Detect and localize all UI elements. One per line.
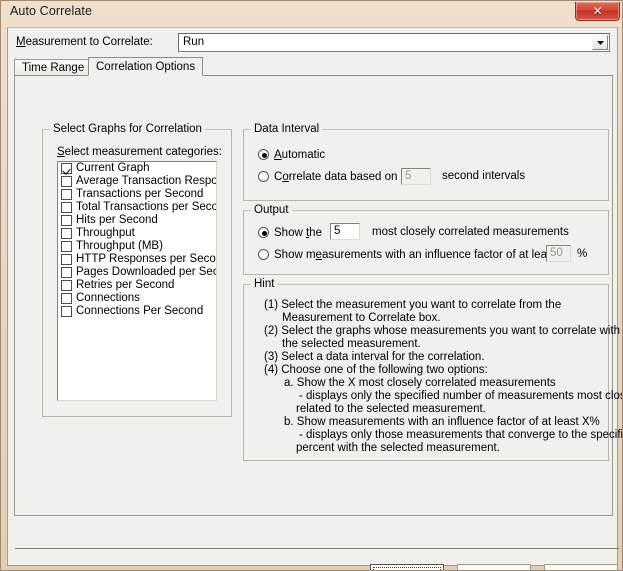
measurement-categories-listbox[interactable]: Current Graph Average Transaction Respon… (57, 161, 217, 401)
influence-percent-label: % (577, 248, 588, 260)
hint-groupbox: Hint (1) Select the measurement you want… (243, 278, 622, 461)
radio-icon[interactable] (258, 249, 269, 260)
list-item[interactable]: Average Transaction Response Time (58, 175, 216, 188)
show-the-suffix-label: most closely correlated measurements (372, 226, 569, 238)
influence-factor-label: Show measurements with an influence fact… (274, 248, 556, 261)
checkbox-icon[interactable] (61, 254, 72, 265)
close-button[interactable]: ✕ (575, 2, 620, 21)
show-the-label: Show the (274, 226, 322, 239)
radio-icon[interactable] (258, 149, 269, 160)
window-title: Auto Correlate (10, 4, 92, 18)
select-graphs-groupbox: Select Graphs for Correlation Select mea… (42, 123, 232, 417)
list-item-label: Connections Per Second (76, 305, 204, 317)
list-item[interactable]: Connections (58, 292, 216, 305)
list-item[interactable]: HTTP Responses per Second (58, 253, 216, 266)
chevron-down-icon[interactable] (592, 35, 608, 50)
list-item-label: Connections (76, 292, 140, 304)
correlation-options-panel: Select Graphs for Correlation Select mea… (14, 75, 622, 516)
list-item-label: Hits per Second (76, 214, 158, 226)
hint-line: - displays only the specified number of … (299, 390, 623, 402)
data-interval-groupbox: Data Interval Automatic Correlate data b… (243, 123, 609, 201)
close-icon: ✕ (592, 4, 603, 18)
list-item[interactable]: Connections Per Second (58, 305, 216, 318)
ok-button[interactable]: OK (370, 564, 444, 570)
list-item-label: Throughput (MB) (76, 240, 163, 252)
radio-show-the-count[interactable]: Show the (258, 225, 322, 240)
hint-line: (4) Choose one of the following two opti… (264, 364, 488, 376)
checkbox-icon[interactable] (61, 280, 72, 291)
hint-line: Measurement to Correlate box. (282, 312, 441, 324)
list-item-label: HTTP Responses per Second (76, 253, 216, 265)
select-measurement-categories-label: Select measurement categories: (57, 146, 222, 158)
checkbox-icon[interactable] (61, 228, 72, 239)
radio-influence-factor[interactable]: Show measurements with an influence fact… (258, 247, 556, 262)
tab-time-range[interactable]: Time Range (14, 59, 93, 76)
checkbox-icon[interactable] (61, 176, 72, 187)
list-item[interactable]: Throughput (MB) (58, 240, 216, 253)
list-item-label: Transactions per Second (76, 188, 204, 200)
help-button[interactable]: Help (544, 564, 618, 570)
interval-seconds-input[interactable]: 5 (401, 168, 431, 185)
list-item[interactable]: Retries per Second (58, 279, 216, 292)
select-graphs-group-title: Select Graphs for Correlation (50, 123, 205, 135)
radio-correlate-label: Correlate data based on (274, 170, 398, 183)
hint-line: b. Show measurements with an influence f… (284, 416, 600, 428)
radio-icon[interactable] (258, 227, 269, 238)
tab-correlation-options[interactable]: Correlation Options (88, 57, 204, 76)
radio-icon[interactable] (258, 171, 269, 182)
dialog-client-area: Measurement to Correlate: Run Time Range… (7, 27, 622, 570)
hint-line: a. Show the X most closely correlated me… (284, 377, 556, 389)
checkbox-icon[interactable] (61, 293, 72, 304)
data-interval-group-title: Data Interval (251, 123, 323, 135)
output-groupbox: Output Show the 5 most closely correlate… (243, 204, 609, 275)
title-bar[interactable]: Auto Correlate ✕ (1, 1, 622, 25)
list-item-label: Retries per Second (76, 279, 175, 291)
checkbox-icon[interactable] (61, 163, 72, 174)
hint-line: percent with the selected measurement. (296, 442, 500, 454)
hint-line: the selected measurement. (282, 338, 421, 350)
most-correlated-count-input[interactable]: 5 (330, 223, 360, 240)
checkbox-icon[interactable] (61, 215, 72, 226)
list-item-label: Current Graph (76, 162, 150, 174)
cancel-button[interactable]: Cancel (457, 564, 531, 570)
footer-divider (15, 548, 619, 549)
radio-automatic-label: Automatic (274, 148, 326, 161)
measurement-to-correlate-value: Run (183, 36, 205, 48)
checkbox-icon[interactable] (61, 306, 72, 317)
list-item-label: Pages Downloaded per Second (76, 266, 216, 278)
checkbox-icon[interactable] (61, 189, 72, 200)
tab-strip: Time Range Correlation Options (14, 57, 613, 76)
list-item[interactable]: Hits per Second (58, 214, 216, 227)
checkbox-icon[interactable] (61, 202, 72, 213)
output-group-title: Output (251, 204, 292, 216)
list-item-label: Total Transactions per Second (76, 201, 216, 213)
measurement-to-correlate-combobox[interactable]: Run (178, 33, 610, 52)
checkbox-icon[interactable] (61, 267, 72, 278)
hint-line: - displays only those measurements that … (299, 429, 623, 441)
list-item-label: Throughput (76, 227, 135, 239)
focus-ring (373, 567, 441, 570)
radio-correlate-data-based-on[interactable]: Correlate data based on (258, 169, 397, 184)
list-item[interactable]: Total Transactions per Second (58, 201, 216, 214)
hint-line: related to the selected measurement. (296, 403, 486, 415)
measurement-to-correlate-label: Measurement to Correlate: (16, 36, 153, 48)
list-item-label: Average Transaction Response Time (76, 175, 216, 187)
hint-line: (1) Select the measurement you want to c… (264, 299, 562, 311)
hint-group-title: Hint (251, 278, 278, 290)
hint-line: (3) Select a data interval for the corre… (264, 351, 485, 363)
influence-factor-input[interactable]: 50 (546, 245, 571, 262)
list-item[interactable]: Throughput (58, 227, 216, 240)
interval-suffix-label: second intervals (442, 170, 526, 182)
hint-line: (2) Select the graphs whose measurements… (264, 325, 621, 337)
list-item[interactable]: Transactions per Second (58, 188, 216, 201)
auto-correlate-dialog: Auto Correlate ✕ Measurement to Correlat… (0, 0, 623, 571)
checkbox-icon[interactable] (61, 241, 72, 252)
list-item[interactable]: Current Graph (58, 162, 216, 175)
list-item[interactable]: Pages Downloaded per Second (58, 266, 216, 279)
radio-automatic[interactable]: Automatic (258, 147, 325, 162)
